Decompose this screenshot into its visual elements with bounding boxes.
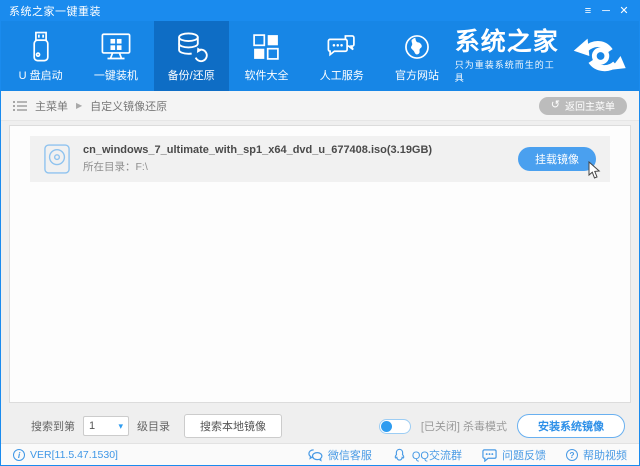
minimize-icon[interactable]: ─: [597, 3, 615, 19]
app-window: 系统之家一键重装 ≡ ─ ✕ U 盘启动: [0, 0, 640, 466]
iso-directory: 所在目录：F:\: [83, 159, 432, 174]
footer-link-label: 问题反馈: [502, 447, 546, 463]
footer-links: 微信客服 QQ交流群 问题反馈 ? 帮助视频: [308, 447, 627, 463]
support-chat-icon: [325, 30, 359, 64]
nav-item-backup-restore[interactable]: 备份/还原: [154, 21, 229, 91]
antivirus-status-label: [已关闭] 杀毒模式: [421, 418, 507, 434]
footer-link-label: 帮助视频: [583, 447, 627, 463]
nav-item-usb-boot[interactable]: U 盘启动: [3, 21, 78, 91]
nav-label: U 盘启动: [19, 67, 63, 83]
window-title: 系统之家一键重装: [9, 3, 101, 19]
title-bar: 系统之家一键重装 ≡ ─ ✕: [1, 1, 639, 21]
mount-image-button[interactable]: 挂载镜像: [518, 147, 596, 171]
depth-select[interactable]: 1 ▾: [83, 416, 129, 436]
window-controls: ≡ ─ ✕: [579, 3, 633, 19]
toggle-knob: [381, 421, 392, 432]
main-nav: U 盘启动 一键装机 备份/还原: [1, 21, 639, 91]
list-icon: [13, 100, 27, 112]
nav-label: 一键装机: [94, 67, 138, 83]
install-system-image-button[interactable]: 安装系统镜像: [517, 414, 625, 438]
nav-item-software[interactable]: 软件大全: [229, 21, 304, 91]
footer-link-feedback[interactable]: 问题反馈: [482, 447, 546, 463]
globe-icon: [400, 30, 434, 64]
info-icon: i: [13, 449, 25, 461]
mount-image-label: 挂载镜像: [535, 154, 579, 166]
back-to-main-menu-button[interactable]: ↺ 返回主菜单: [539, 97, 627, 115]
iso-disc-icon: [44, 144, 70, 174]
image-list-panel: cn_windows_7_ultimate_with_sp1_x64_dvd_u…: [9, 125, 631, 403]
brand-swoosh-icon: [572, 36, 627, 76]
image-list-item[interactable]: cn_windows_7_ultimate_with_sp1_x64_dvd_u…: [30, 136, 610, 182]
footer-link-wechat[interactable]: 微信客服: [308, 447, 372, 463]
backup-restore-icon: [174, 30, 208, 64]
search-depth-prefix: 搜索到第: [31, 418, 75, 434]
depth-value: 1: [89, 420, 95, 432]
breadcrumb: 主菜单 ▶ 自定义镜像还原 ↺ 返回主菜单: [1, 91, 639, 121]
version-info: i VER[11.5.47.1530]: [13, 449, 118, 461]
back-arrow-icon: ↺: [551, 100, 560, 111]
nav-label: 软件大全: [244, 67, 288, 83]
bottom-right-group: [已关闭] 杀毒模式 安装系统镜像: [379, 414, 625, 438]
nav-item-official-site[interactable]: 官方网站: [379, 21, 454, 91]
footer-link-qq[interactable]: QQ交流群: [392, 447, 462, 463]
nav-item-one-key-install[interactable]: 一键装机: [78, 21, 153, 91]
footer: i VER[11.5.47.1530] 微信客服 QQ交流群: [1, 443, 639, 465]
brand-logo: 系统之家 只为重装系统而生的工具: [455, 21, 639, 91]
nav-label: 官方网站: [395, 67, 439, 83]
nav-label: 备份/还原: [168, 67, 215, 83]
monitor-windows-icon: [99, 30, 133, 64]
iso-filename: cn_windows_7_ultimate_with_sp1_x64_dvd_u…: [83, 144, 432, 156]
breadcrumb-current: 自定义镜像还原: [90, 98, 167, 114]
bottom-controls: 搜索到第 1 ▾ 级目录 搜索本地镜像 [已关闭] 杀毒模式 安装系统镜像: [1, 409, 639, 443]
menu-icon[interactable]: ≡: [579, 3, 597, 19]
antivirus-toggle[interactable]: [379, 419, 411, 434]
nav-item-support[interactable]: 人工服务: [304, 21, 379, 91]
chevron-down-icon: ▾: [118, 421, 123, 432]
close-icon[interactable]: ✕: [615, 3, 633, 19]
back-button-label: 返回主菜单: [565, 98, 615, 113]
software-grid-icon: [249, 30, 283, 64]
mouse-cursor-icon: [588, 161, 601, 180]
search-local-images-button[interactable]: 搜索本地镜像: [184, 414, 282, 438]
chevron-right-icon: ▶: [76, 101, 82, 110]
qq-icon: [392, 448, 407, 462]
footer-link-label: QQ交流群: [412, 447, 462, 463]
usb-drive-icon: [24, 30, 58, 64]
version-label: VER[11.5.47.1530]: [30, 449, 118, 461]
breadcrumb-root[interactable]: 主菜单: [35, 98, 68, 114]
feedback-bubble-icon: [482, 448, 497, 462]
search-depth-suffix: 级目录: [137, 418, 170, 434]
brand-tagline: 只为重装系统而生的工具: [455, 58, 564, 84]
footer-link-label: 微信客服: [328, 447, 372, 463]
footer-link-help-video[interactable]: ? 帮助视频: [566, 447, 627, 463]
nav-label: 人工服务: [320, 67, 364, 83]
file-meta: cn_windows_7_ultimate_with_sp1_x64_dvd_u…: [83, 144, 432, 174]
wechat-icon: [308, 448, 323, 462]
brand-name: 系统之家: [455, 29, 564, 55]
help-video-icon: ?: [566, 449, 578, 461]
